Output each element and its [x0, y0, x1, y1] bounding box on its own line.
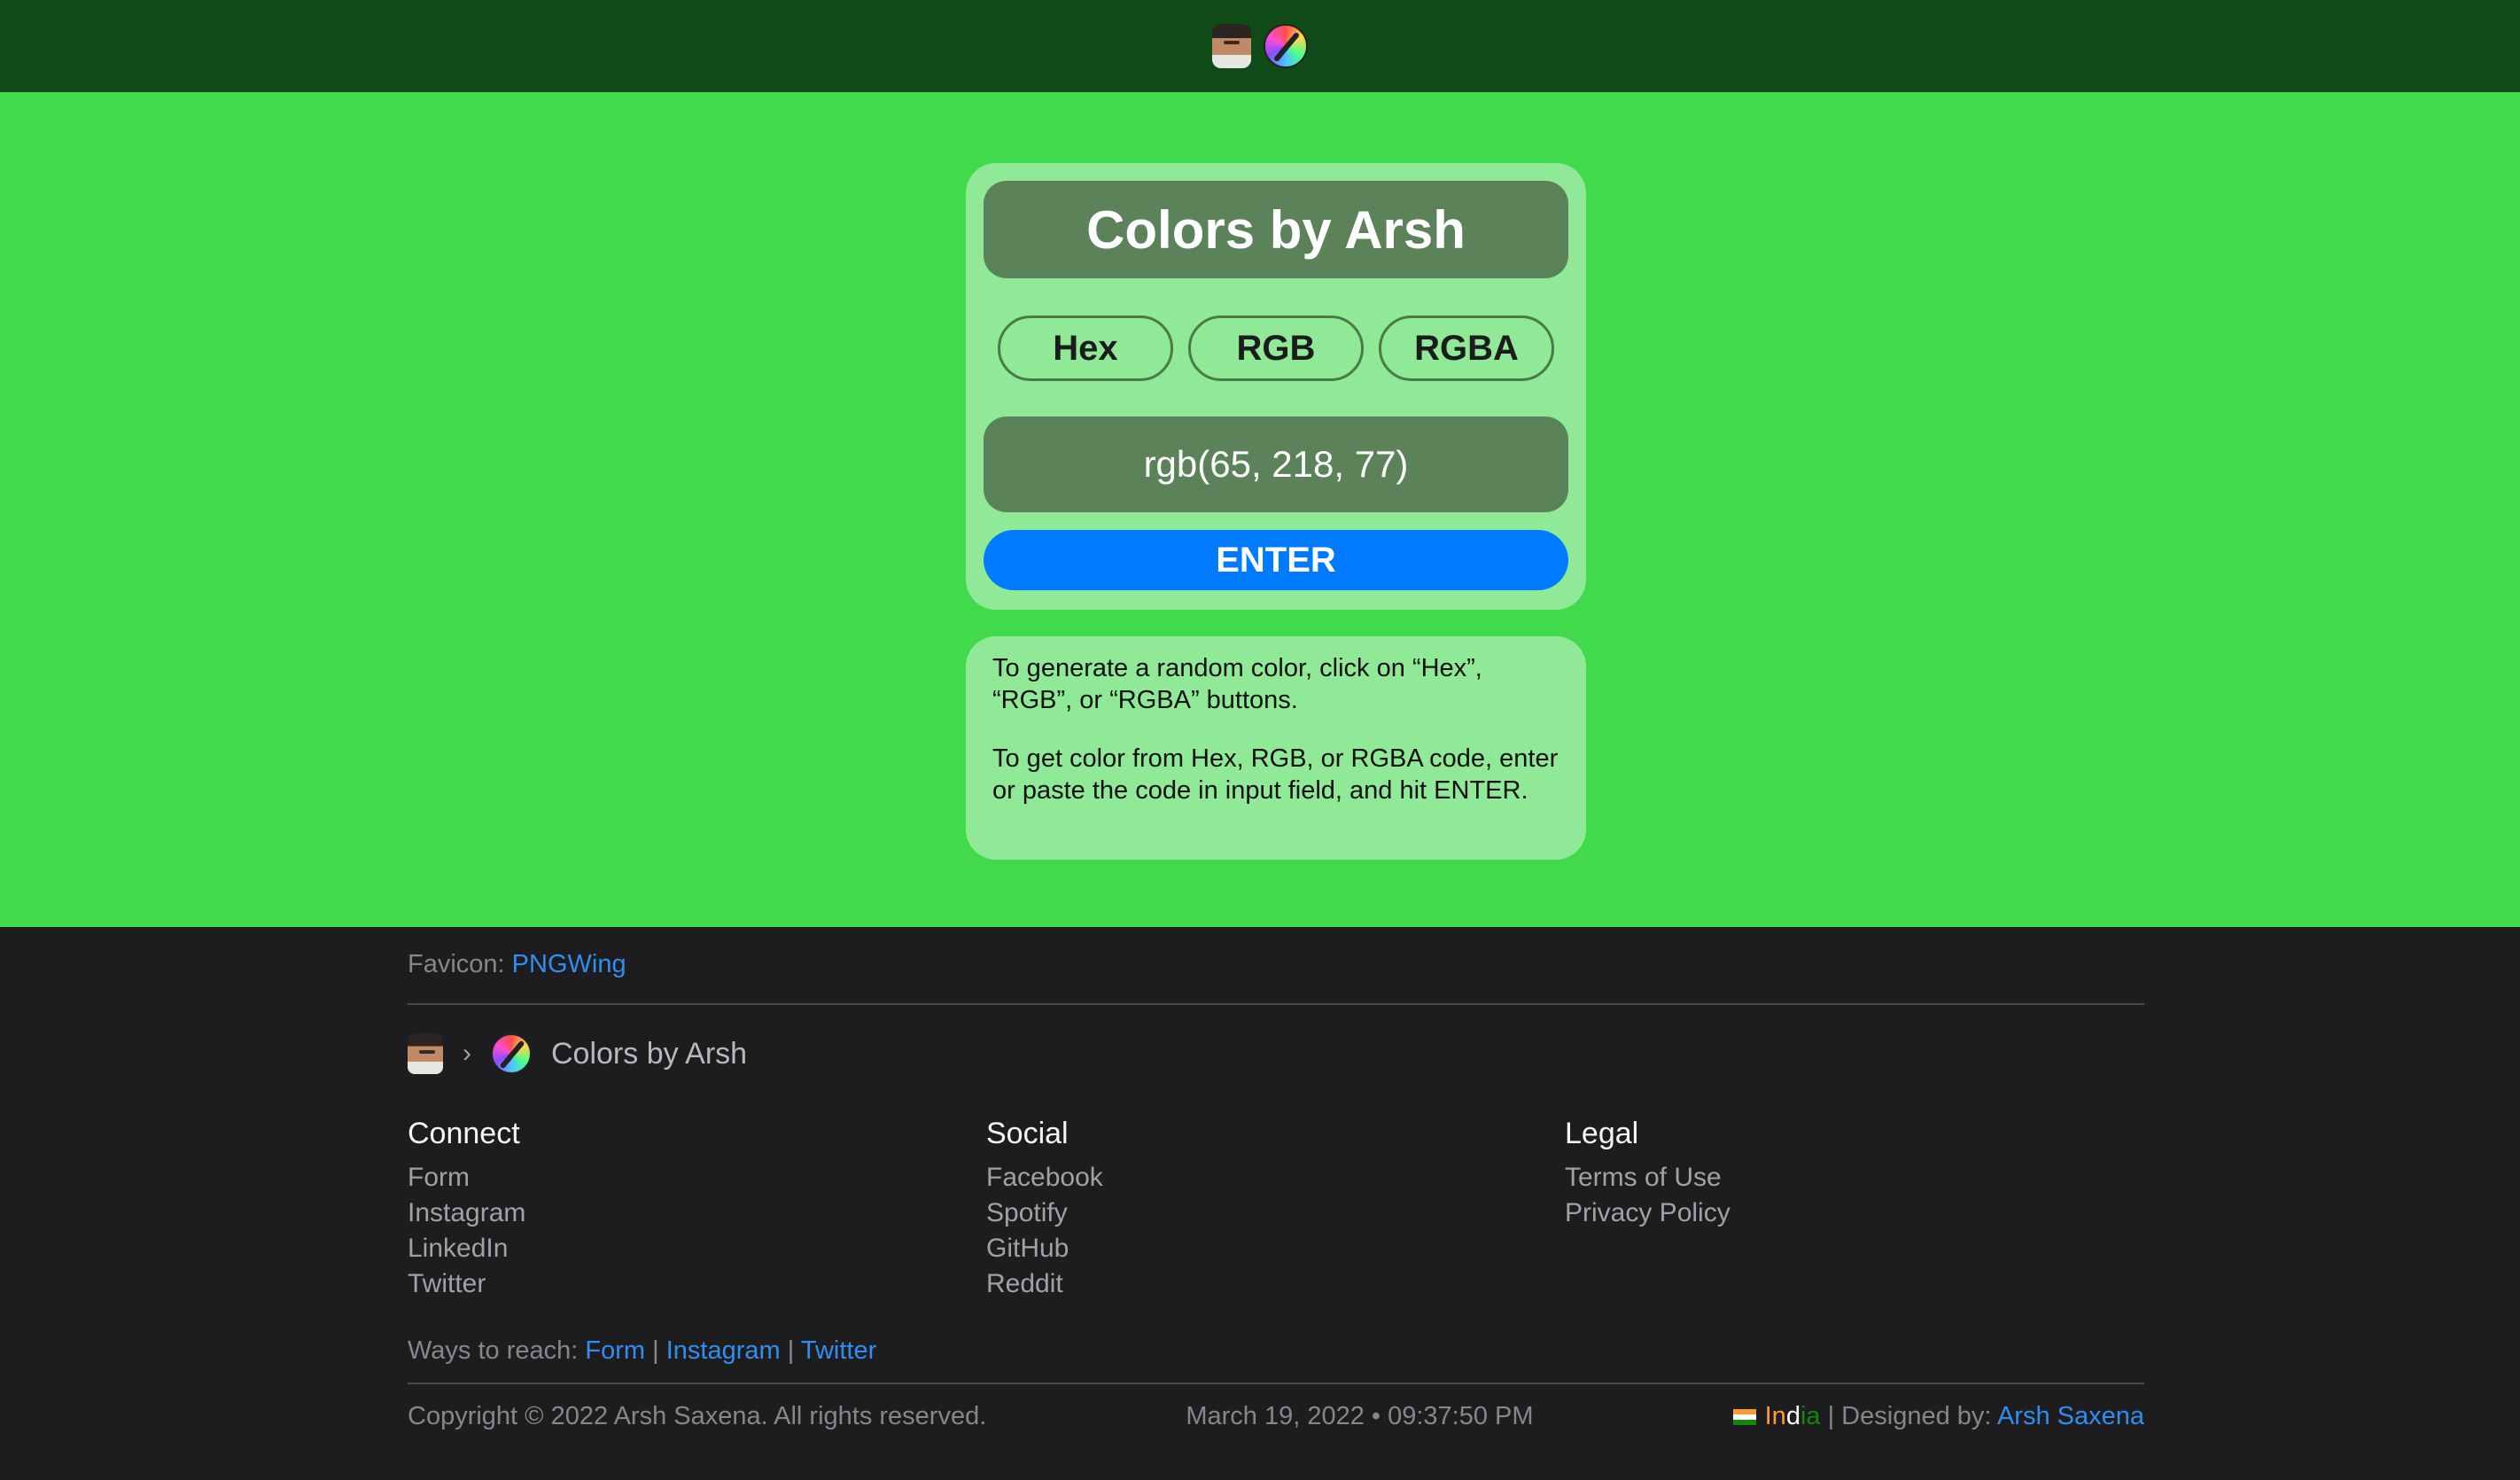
country-name: India	[1764, 1402, 1821, 1430]
connect-column: Connect Form Instagram LinkedIn Twitter	[408, 1117, 986, 1302]
profile-avatar-icon[interactable]	[1212, 24, 1251, 68]
main-area: Colors by Arsh Hex RGB RGBA ENTER To gen…	[0, 92, 2520, 927]
pngwing-link[interactable]: PNGWing	[512, 950, 626, 978]
reach-separator: |	[652, 1336, 659, 1365]
footer-divider-bottom	[408, 1383, 2144, 1384]
connect-link-form[interactable]: Form	[408, 1160, 986, 1196]
footer-bottom-bar: Copyright © 2022 Arsh Saxena. All rights…	[408, 1402, 2144, 1431]
india-flag-icon	[1732, 1409, 1756, 1426]
connect-link-instagram[interactable]: Instagram	[408, 1196, 986, 1231]
designer-credit: India | Designed by: Arsh Saxena	[1732, 1402, 2144, 1431]
footer-divider	[408, 1003, 2144, 1005]
legal-link-privacy[interactable]: Privacy Policy	[1565, 1196, 2143, 1231]
mode-button-row: Hex RGB RGBA	[998, 315, 1554, 381]
color-wheel-logo-icon[interactable]	[1264, 24, 1308, 68]
column-heading: Connect	[408, 1117, 520, 1150]
reach-link-twitter[interactable]: Twitter	[801, 1336, 876, 1365]
footer-columns: Connect Form Instagram LinkedIn Twitter …	[408, 1117, 2144, 1302]
column-heading: Legal	[1565, 1117, 1639, 1150]
chevron-right-icon: ›	[463, 1039, 471, 1068]
reach-link-form[interactable]: Form	[585, 1336, 645, 1365]
column-heading: Social	[986, 1117, 1069, 1150]
favicon-credit-label: Favicon:	[408, 950, 505, 978]
copyright-text: Copyright © 2022 Arsh Saxena. All rights…	[408, 1402, 987, 1430]
connect-link-linkedin[interactable]: LinkedIn	[408, 1231, 986, 1266]
social-link-github[interactable]: GitHub	[986, 1231, 1565, 1266]
enter-button[interactable]: ENTER	[984, 530, 1568, 590]
footer: Favicon: PNGWing › Colors by Arsh Connec…	[0, 927, 2520, 1480]
reach-label: Ways to reach:	[408, 1336, 579, 1365]
instructions-card: To generate a random color, click on “He…	[966, 636, 1586, 860]
social-column: Social Facebook Spotify GitHub Reddit	[986, 1117, 1565, 1302]
breadcrumb: › Colors by Arsh	[408, 1033, 2144, 1074]
rgba-button[interactable]: RGBA	[1379, 315, 1554, 381]
legal-column: Legal Terms of Use Privacy Policy	[1565, 1117, 2143, 1302]
reach-link-instagram[interactable]: Instagram	[666, 1336, 781, 1365]
social-link-facebook[interactable]: Facebook	[986, 1160, 1565, 1196]
breadcrumb-current: Colors by Arsh	[551, 1036, 748, 1071]
hex-button[interactable]: Hex	[998, 315, 1173, 381]
color-panel: Colors by Arsh Hex RGB RGBA ENTER	[966, 163, 1586, 610]
color-code-input[interactable]	[984, 417, 1568, 512]
reach-separator: |	[787, 1336, 795, 1365]
legal-link-terms[interactable]: Terms of Use	[1565, 1160, 2143, 1196]
breadcrumb-logo-icon	[491, 1033, 532, 1074]
instruction-random: To generate a random color, click on “He…	[992, 654, 1482, 714]
datetime-text: March 19, 2022 • 09:37:50 PM	[1186, 1402, 1534, 1430]
rgb-button[interactable]: RGB	[1188, 315, 1364, 381]
breadcrumb-avatar-icon[interactable]	[408, 1033, 443, 1074]
ways-to-reach: Ways to reach: Form | Instagram | Twitte…	[408, 1336, 2144, 1366]
connect-link-twitter[interactable]: Twitter	[408, 1266, 986, 1302]
app-title: Colors by Arsh	[984, 181, 1568, 278]
social-link-reddit[interactable]: Reddit	[986, 1266, 1565, 1302]
social-link-spotify[interactable]: Spotify	[986, 1196, 1565, 1231]
top-nav	[0, 0, 2520, 92]
favicon-credit: Favicon: PNGWing	[408, 950, 2144, 989]
instruction-code: To get color from Hex, RGB, or RGBA code…	[992, 744, 1559, 805]
designer-link[interactable]: Arsh Saxena	[1997, 1402, 2144, 1430]
designed-by-label: | Designed by:	[1827, 1402, 1992, 1430]
